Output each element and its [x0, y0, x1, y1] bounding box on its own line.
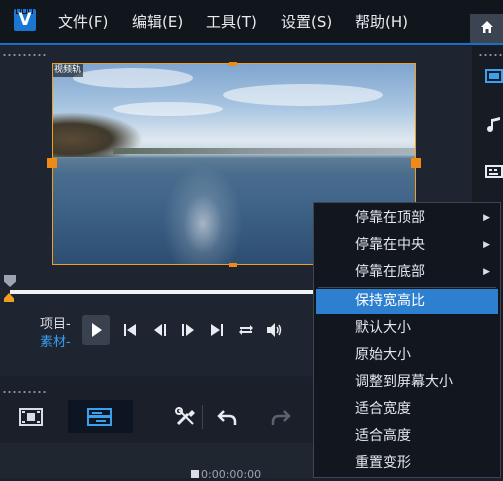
timeline-grip[interactable]	[2, 391, 46, 393]
next-frame-icon[interactable]	[178, 322, 196, 338]
menu-item-default-size[interactable]: 默认大小	[316, 316, 498, 341]
volume-icon[interactable]	[265, 322, 283, 338]
play-button[interactable]	[82, 315, 110, 345]
go-to-end-icon[interactable]	[208, 322, 226, 338]
resize-handle-left[interactable]	[47, 158, 57, 168]
music-note-icon[interactable]	[485, 116, 503, 134]
film-strip-icon	[19, 408, 43, 426]
menu-item-label: 停靠在底部	[355, 264, 425, 280]
menu-item-label: 保持宽高比	[355, 293, 425, 309]
go-to-start-icon[interactable]	[121, 322, 139, 338]
menubar-accent-line	[0, 43, 503, 45]
menu-item-keep-aspect-ratio[interactable]: 保持宽高比	[316, 289, 498, 314]
resize-handle-top[interactable]	[229, 62, 237, 66]
menu-help[interactable]: 帮助(H)	[355, 11, 408, 32]
menu-item-fit-to-screen[interactable]: 调整到屏幕大小	[316, 370, 498, 395]
panel-grip[interactable]	[2, 54, 46, 56]
mode-clip[interactable]: 素材-	[40, 331, 71, 350]
title-effect-icon[interactable]	[485, 162, 503, 180]
menu-settings[interactable]: 设置(S)	[281, 11, 332, 32]
resize-handle-right[interactable]	[411, 158, 421, 168]
menu-item-label: 适合宽度	[355, 401, 411, 417]
menu-item-fit-width[interactable]: 适合宽度	[316, 397, 498, 422]
mode-project[interactable]: 项目-	[40, 313, 71, 332]
scrub-bar[interactable]	[10, 290, 315, 294]
undo-icon[interactable]	[216, 407, 238, 429]
menu-item-label: 停靠在顶部	[355, 210, 425, 226]
submenu-arrow-icon: ▶	[483, 267, 490, 277]
timeline-view-icon	[87, 408, 112, 426]
menu-item-label: 停靠在中央	[355, 237, 425, 253]
menu-tools[interactable]: 工具(T)	[206, 11, 257, 32]
menu-item-original-size[interactable]: 原始大小	[316, 343, 498, 368]
menu-item-dock-bottom[interactable]: 停靠在底部 ▶	[316, 260, 498, 285]
storyboard-view-button[interactable]	[8, 400, 54, 433]
app-logo: V	[14, 8, 36, 31]
menu-item-reset-transform[interactable]: 重置变形	[316, 451, 498, 476]
menu-item-label: 适合高度	[355, 428, 411, 444]
context-menu: 停靠在顶部 ▶ 停靠在中央 ▶ 停靠在底部 ▶ 保持宽高比 默认大小 原始大小 …	[313, 202, 501, 478]
home-icon	[481, 21, 493, 33]
play-icon	[92, 323, 102, 337]
menu-separator	[318, 287, 496, 288]
menu-item-dock-top[interactable]: 停靠在顶部 ▶	[316, 206, 498, 231]
menu-item-dock-center[interactable]: 停靠在中央 ▶	[316, 233, 498, 258]
submenu-arrow-icon: ▶	[483, 240, 490, 250]
timeline-view-button[interactable]	[68, 400, 133, 433]
toolbar-divider	[202, 405, 203, 429]
menu-item-label: 重置变形	[355, 455, 411, 471]
redo-icon[interactable]	[270, 407, 292, 429]
menu-item-fit-height[interactable]: 适合高度	[316, 424, 498, 449]
repeat-icon[interactable]	[237, 322, 255, 338]
playhead-marker[interactable]	[191, 470, 199, 478]
menu-edit[interactable]: 编辑(E)	[132, 11, 183, 32]
menubar: V 文件(F) 编辑(E) 工具(T) 设置(S) 帮助(H)	[0, 0, 503, 45]
media-library-icon[interactable]	[485, 68, 503, 84]
menu-item-label: 原始大小	[355, 347, 411, 363]
menu-file[interactable]: 文件(F)	[58, 11, 108, 32]
resize-handle-bottom[interactable]	[229, 263, 237, 267]
tools-icon[interactable]	[174, 406, 198, 428]
side-strip-grip[interactable]	[478, 54, 502, 56]
home-button[interactable]	[470, 14, 503, 43]
timecode: 0:00:00:00	[201, 468, 262, 481]
submenu-arrow-icon: ▶	[483, 213, 490, 223]
previous-frame-icon[interactable]	[152, 322, 170, 338]
menu-item-label: 调整到屏幕大小	[355, 374, 453, 390]
menu-item-label: 默认大小	[355, 320, 411, 336]
